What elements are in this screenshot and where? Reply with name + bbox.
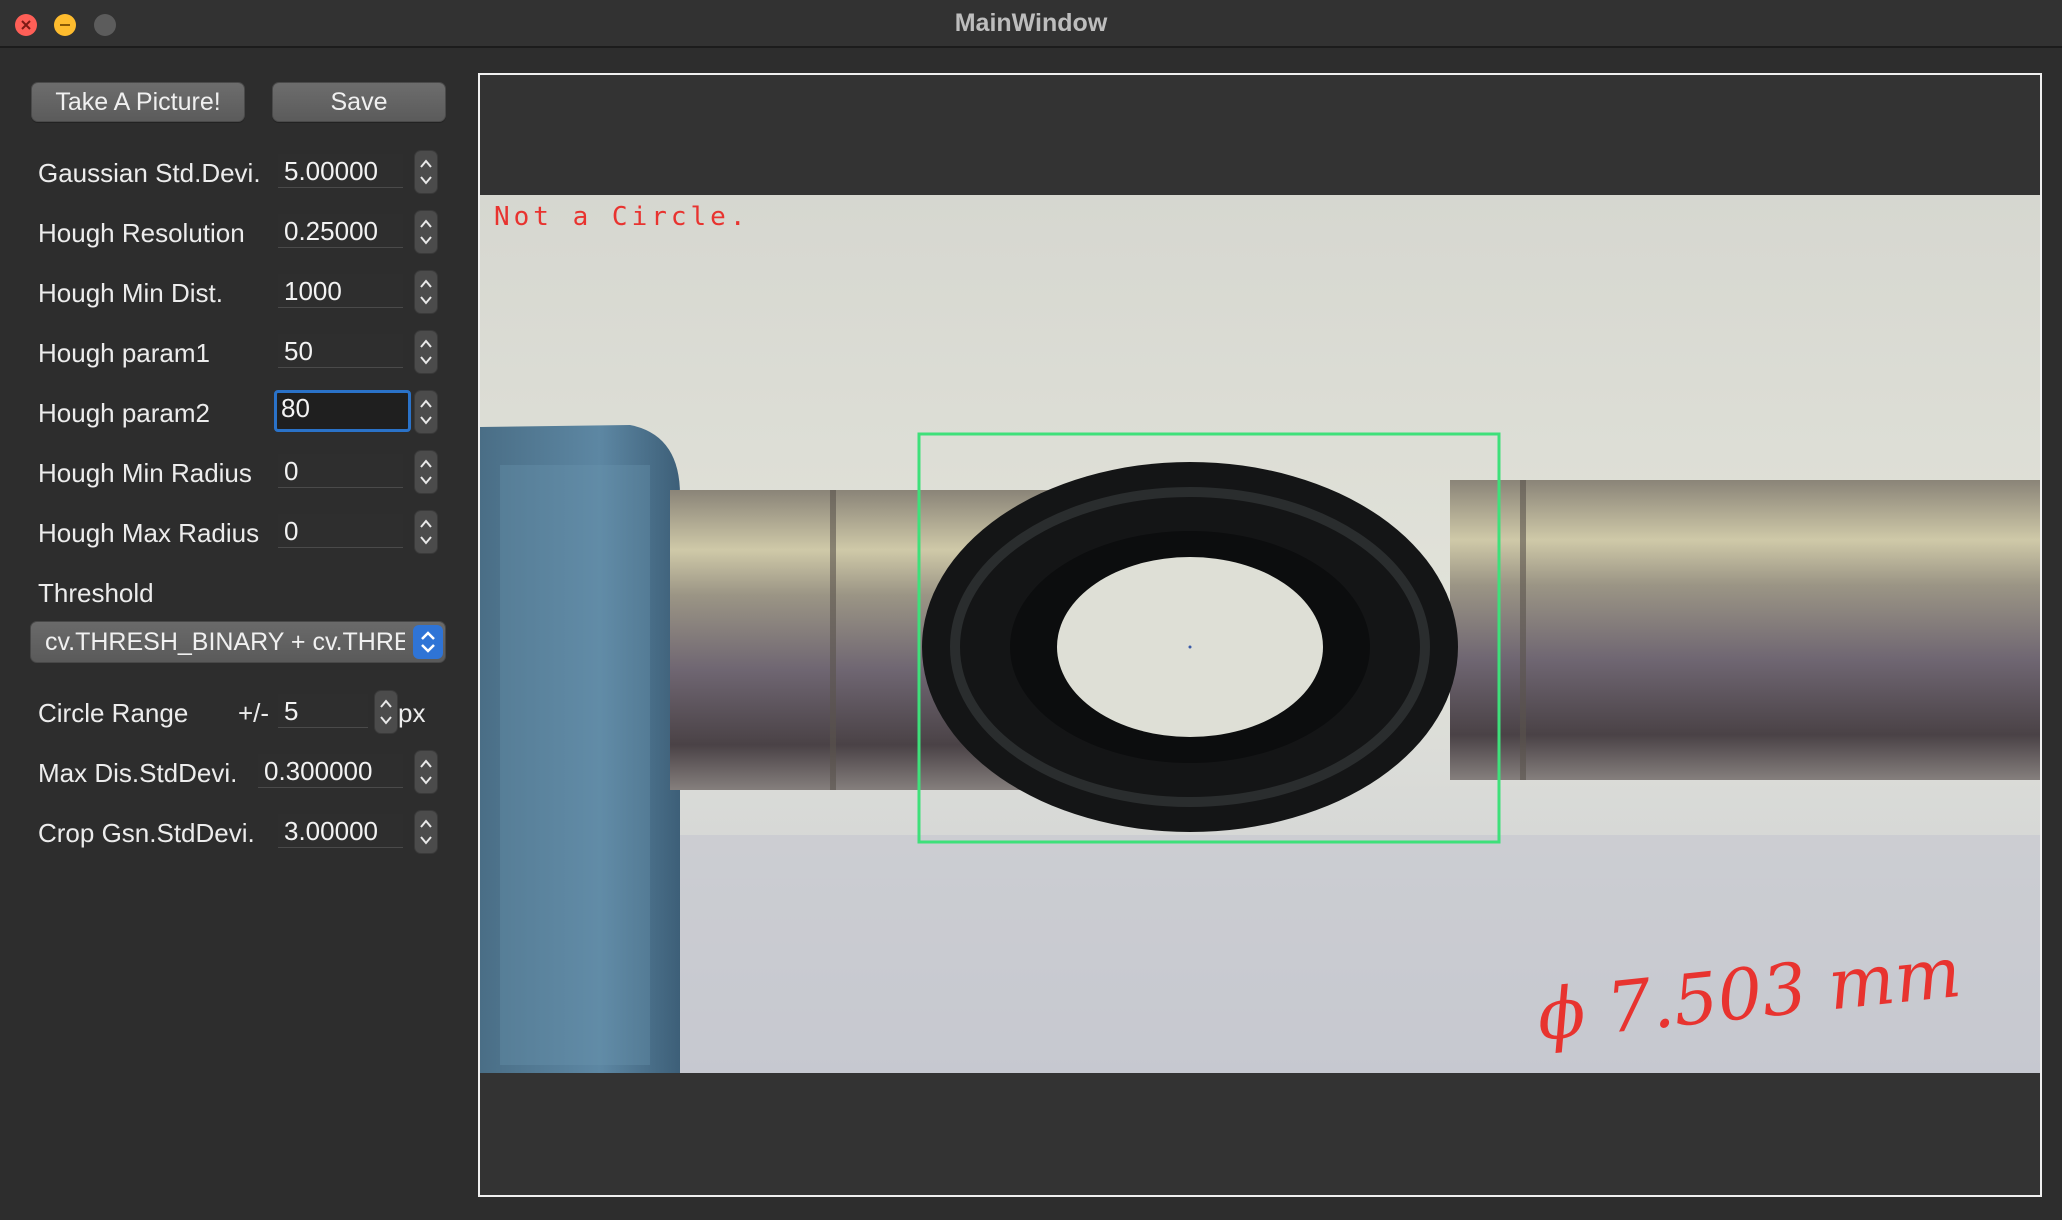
stepper-arrows-icon (420, 159, 432, 185)
overlay-status-text: Not a Circle. (494, 202, 750, 232)
stepper-arrows-icon (420, 339, 432, 365)
stepper-arrows-icon (380, 699, 392, 725)
take-picture-button[interactable]: Take A Picture! (31, 82, 245, 122)
gaussian-std-input[interactable]: 5.00000 (278, 154, 403, 188)
hough-min-dist-stepper[interactable] (414, 270, 438, 314)
stepper-arrows-icon (420, 519, 432, 545)
window-title: MainWindow (954, 9, 1108, 37)
max-dis-std-stepper[interactable] (414, 750, 438, 794)
hough-max-radius-stepper[interactable] (414, 510, 438, 554)
stepper-arrows-icon (420, 819, 432, 845)
hough-param1-label: Hough param1 (38, 338, 210, 368)
hough-resolution-input[interactable]: 0.25000 (278, 214, 403, 248)
crop-gsn-std-stepper[interactable] (414, 810, 438, 854)
crop-gsn-std-input[interactable]: 3.00000 (278, 814, 403, 848)
hough-resolution-label: Hough Resolution (38, 218, 245, 248)
title-bar: MainWindow (0, 0, 2062, 48)
circle-range-label: Circle Range (38, 698, 189, 728)
hough-resolution-stepper[interactable] (414, 210, 438, 254)
main-content: Take A Picture! Save Gaussian Std.Devi. … (0, 48, 2062, 1220)
hough-min-radius-label: Hough Min Radius (38, 458, 252, 488)
circle-range-input[interactable]: 5 (278, 694, 368, 728)
hough-max-radius-label: Hough Max Radius (38, 518, 260, 548)
circle-range-prefix: +/- (238, 698, 270, 728)
max-dis-std-label: Max Dis.StdDevi. (38, 758, 238, 788)
hough-param2-label: Hough param2 (38, 398, 210, 428)
stepper-arrows-icon (420, 219, 432, 245)
gaussian-std-label: Gaussian Std.Devi. (38, 158, 261, 188)
hough-min-dist-input[interactable]: 1000 (278, 274, 403, 308)
threshold-label: Threshold (38, 578, 154, 608)
stepper-arrows-icon (420, 399, 432, 425)
circle-range-unit: px (398, 698, 426, 728)
hough-min-radius-input[interactable]: 0 (278, 454, 403, 488)
hough-param2-stepper[interactable] (414, 390, 438, 434)
select-chevrons-icon (413, 625, 443, 659)
stepper-arrows-icon (420, 279, 432, 305)
hough-min-dist-label: Hough Min Dist. (38, 278, 223, 308)
threshold-selected-value: cv.THRESH_BINARY + cv.THRESH_OTSU (45, 628, 405, 656)
gaussian-std-stepper[interactable] (414, 150, 438, 194)
stepper-arrows-icon (420, 459, 432, 485)
threshold-select[interactable]: cv.THRESH_BINARY + cv.THRESH_OTSU (30, 621, 446, 663)
camera-image: Not a Circle. ϕ 7.503 mm (480, 195, 2040, 1073)
hough-min-radius-stepper[interactable] (414, 450, 438, 494)
image-preview-panel: Not a Circle. ϕ 7.503 mm (478, 73, 2042, 1197)
hough-param1-stepper[interactable] (414, 330, 438, 374)
stepper-arrows-icon (420, 759, 432, 785)
hough-param2-input[interactable]: 80 (274, 390, 411, 432)
max-dis-std-input[interactable]: 0.300000 (258, 754, 403, 788)
crop-gsn-std-label: Crop Gsn.StdDevi. (38, 818, 255, 848)
save-button[interactable]: Save (272, 82, 446, 122)
hough-param1-input[interactable]: 50 (278, 334, 403, 368)
hough-max-radius-input[interactable]: 0 (278, 514, 403, 548)
circle-range-stepper[interactable] (374, 690, 398, 734)
